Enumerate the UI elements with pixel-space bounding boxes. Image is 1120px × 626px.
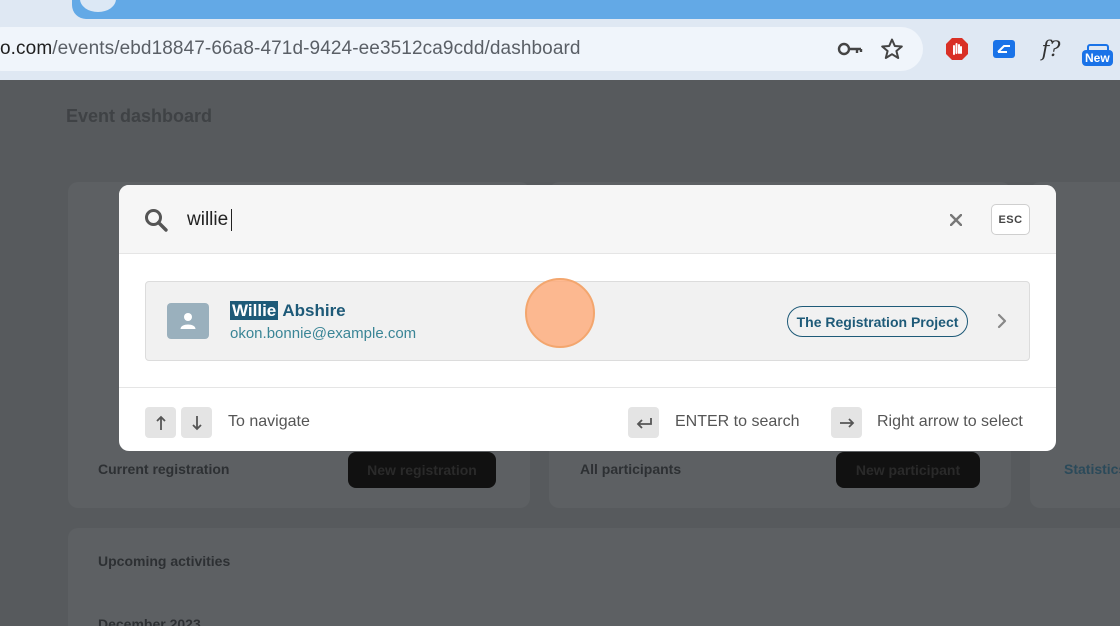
arrow-right-key-icon — [831, 407, 862, 438]
person-avatar-icon — [167, 303, 209, 339]
new-badge: New — [1082, 50, 1113, 66]
month-label: December 2023 — [98, 616, 201, 626]
name-highlight: Willie — [230, 301, 279, 320]
new-participant-button[interactable]: New participant — [836, 452, 980, 488]
statistics-link[interactable]: Statistics — [1064, 461, 1120, 477]
navigate-hint: To navigate — [228, 413, 310, 430]
url-path: /events/ebd18847-66a8-471d-9424-ee3512ca… — [52, 38, 581, 59]
page-title: Event dashboard — [66, 106, 213, 126]
font-finder-icon[interactable]: f? — [1038, 36, 1064, 62]
search-header: ESC — [119, 185, 1056, 254]
url-text[interactable]: o.com/events/ebd18847-66a8-471d-9424-ee3… — [0, 38, 581, 60]
arrow-down-key-icon — [181, 407, 212, 438]
arrow-up-key-icon — [145, 407, 176, 438]
enter-key-icon — [628, 407, 659, 438]
name-rest: Abshire — [278, 301, 346, 320]
search-input[interactable] — [187, 207, 887, 233]
clear-icon[interactable] — [947, 211, 965, 229]
result-email: okon.bonnie@example.com — [230, 325, 417, 342]
key-icon[interactable] — [837, 36, 863, 62]
result-name: Willie Abshire — [230, 301, 346, 321]
search-footer: To navigate ENTER to search Right arrow … — [119, 387, 1056, 451]
select-hint: Right arrow to select — [877, 413, 1023, 430]
chevron-right-icon[interactable] — [995, 311, 1009, 331]
tab-strip — [0, 0, 1120, 20]
browser-chrome: o.com/events/ebd18847-66a8-471d-9424-ee3… — [0, 0, 1120, 80]
search-icon — [143, 207, 169, 233]
current-registration-label: Current registration — [98, 461, 230, 477]
project-badge: The Registration Project — [787, 306, 968, 337]
esc-button[interactable]: ESC — [991, 204, 1030, 235]
upcoming-activities-title: Upcoming activities — [98, 553, 231, 569]
active-tab-area[interactable] — [72, 0, 1120, 19]
click-indicator — [525, 278, 595, 348]
url-host: o.com — [0, 38, 53, 59]
text-caret — [231, 209, 232, 231]
bookmark-star-icon[interactable] — [879, 36, 905, 62]
new-registration-button[interactable]: New registration — [348, 452, 496, 488]
enter-hint: ENTER to search — [675, 413, 800, 430]
ad-block-hand-icon[interactable] — [944, 36, 970, 62]
activities-card — [68, 528, 1120, 626]
extension-drive-icon[interactable] — [991, 36, 1017, 62]
all-participants-label: All participants — [580, 461, 682, 477]
